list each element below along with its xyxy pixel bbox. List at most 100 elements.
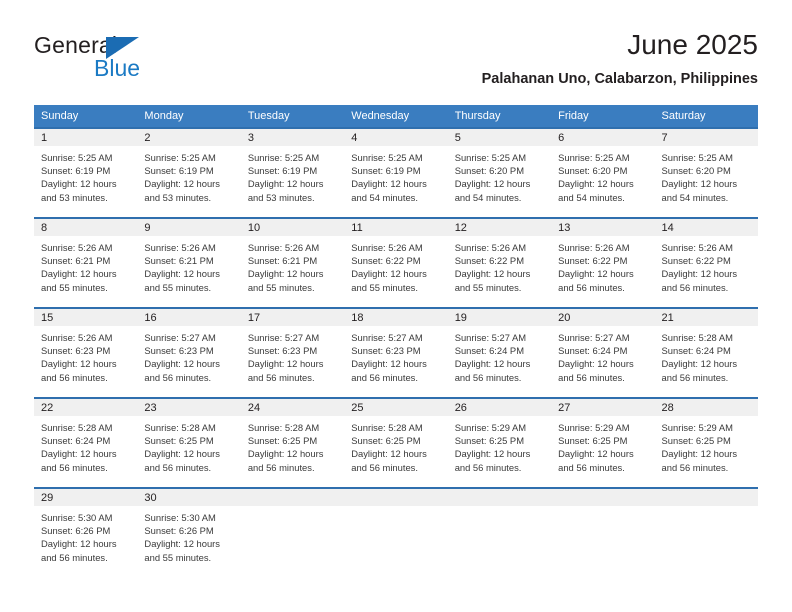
day-sun-info: Sunrise: 5:26 AM Sunset: 6:21 PM Daylight:… [34, 236, 137, 294]
calendar-day-cell[interactable]: 22 Sunrise: 5:28 AM Sunset: 6:24 PM Dayligh… [34, 397, 138, 488]
day-sun-info: Sunrise: 5:26 AM Sunset: 6:22 PM Daylight:… [344, 236, 447, 294]
calendar-day-cell[interactable]: 21 Sunrise: 5:28 AM Sunset: 6:24 PM Dayligh… [654, 307, 758, 398]
day-number: 10 [240, 219, 345, 236]
day-number: 28 [654, 399, 758, 416]
sunrise-text: Sunrise: 5:26 AM [41, 242, 113, 253]
calendar-day-cell[interactable]: 19 Sunrise: 5:27 AM Sunset: 6:24 PM Dayligh… [447, 307, 552, 398]
general-blue-logo: General Blue [34, 32, 234, 88]
calendar-day-cell[interactable]: 30 Sunrise: 5:30 AM Sunset: 6:26 PM Dayligh… [137, 487, 241, 577]
calendar-day-cell[interactable]: 6 Sunrise: 5:25 AM Sunset: 6:20 PM Daylight… [551, 127, 655, 218]
day-sun-info: Sunrise: 5:27 AM Sunset: 6:23 PM Daylight:… [344, 326, 447, 384]
calendar-day-cell[interactable]: 23 Sunrise: 5:28 AM Sunset: 6:25 PM Dayligh… [137, 397, 241, 488]
calendar-day-cell[interactable]: 7 Sunrise: 5:25 AM Sunset: 6:20 PM Daylight… [654, 127, 758, 218]
calendar-day-cell-empty [654, 487, 758, 577]
calendar-day-cell[interactable]: 8 Sunrise: 5:26 AM Sunset: 6:21 PM Daylight… [34, 217, 138, 308]
day-cell-content: 13 Sunrise: 5:26 AM Sunset: 6:22 PM Dayligh… [551, 219, 655, 307]
sunrise-text: Sunrise: 5:26 AM [247, 242, 320, 253]
sunrise-text: Sunrise: 5:27 AM [351, 332, 423, 343]
day-sun-info: Sunrise: 5:30 AM Sunset: 6:26 PM Daylight:… [34, 506, 137, 564]
day-cell-content: 30 Sunrise: 5:30 AM Sunset: 6:26 PM Dayligh… [137, 489, 241, 577]
calendar-day-cell[interactable]: 27 Sunrise: 5:29 AM Sunset: 6:25 PM Dayligh… [551, 397, 655, 488]
day-cell-content: 20 Sunrise: 5:27 AM Sunset: 6:24 PM Dayligh… [551, 309, 655, 397]
day-cell-content: 17 Sunrise: 5:27 AM Sunset: 6:23 PM Dayligh… [240, 309, 345, 397]
day-number [654, 489, 758, 506]
day-sun-info: Sunrise: 5:25 AM Sunset: 6:20 PM Daylight:… [448, 146, 551, 204]
calendar-day-cell[interactable]: 14 Sunrise: 5:26 AM Sunset: 6:22 PM Dayligh… [654, 217, 758, 308]
day-sun-info: Sunrise: 5:27 AM Sunset: 6:23 PM Daylight:… [137, 326, 240, 384]
calendar-day-cell[interactable]: 17 Sunrise: 5:27 AM Sunset: 6:23 PM Dayligh… [240, 307, 345, 398]
day-sun-info: Sunrise: 5:27 AM Sunset: 6:23 PM Daylight:… [241, 326, 344, 384]
weekday-header-tuesday: Tuesday [240, 105, 345, 128]
daylight-text: Daylight: 12 hours and 55 minutes. [454, 268, 531, 293]
weekday-header-saturday: Saturday [654, 105, 758, 128]
calendar-day-cell[interactable]: 26 Sunrise: 5:29 AM Sunset: 6:25 PM Dayligh… [447, 397, 552, 488]
calendar-body: 1 Sunrise: 5:25 AM Sunset: 6:19 PM Daylight… [34, 127, 758, 577]
sunset-text: Sunset: 6:20 PM [661, 165, 731, 177]
day-cell-content: 11 Sunrise: 5:26 AM Sunset: 6:22 PM Dayligh… [344, 219, 448, 307]
day-number: 19 [447, 309, 552, 326]
calendar-day-cell[interactable]: 11 Sunrise: 5:26 AM Sunset: 6:22 PM Dayligh… [344, 217, 448, 308]
daylight-text: Daylight: 12 hours and 56 minutes. [41, 538, 117, 563]
day-sun-info: Sunrise: 5:25 AM Sunset: 6:19 PM Daylight:… [241, 146, 344, 204]
sunrise-text: Sunrise: 5:29 AM [558, 422, 630, 433]
calendar-day-cell[interactable]: 1 Sunrise: 5:25 AM Sunset: 6:19 PM Daylight… [34, 127, 138, 218]
day-sun-info: Sunrise: 5:26 AM Sunset: 6:21 PM Daylight:… [137, 236, 240, 294]
sunset-text: Sunset: 6:24 PM [661, 345, 731, 357]
daylight-text: Daylight: 12 hours and 56 minutes. [661, 448, 738, 473]
calendar-day-cell[interactable]: 29 Sunrise: 5:30 AM Sunset: 6:26 PM Dayligh… [34, 487, 138, 577]
calendar-day-cell[interactable]: 13 Sunrise: 5:26 AM Sunset: 6:22 PM Dayligh… [551, 217, 655, 308]
day-number [551, 489, 655, 506]
sunrise-text: Sunrise: 5:29 AM [454, 422, 527, 433]
day-cell-content: 12 Sunrise: 5:26 AM Sunset: 6:22 PM Dayligh… [447, 219, 552, 307]
sunset-text: Sunset: 6:19 PM [41, 165, 111, 177]
calendar-day-cell[interactable]: 28 Sunrise: 5:29 AM Sunset: 6:25 PM Dayligh… [654, 397, 758, 488]
day-number: 8 [34, 219, 138, 236]
page-header: General Blue June 2025 Palahanan Uno, Ca… [34, 28, 758, 98]
daylight-text: Daylight: 12 hours and 56 minutes. [454, 448, 531, 473]
sunset-text: Sunset: 6:23 PM [351, 345, 421, 357]
calendar-week-row: 1 Sunrise: 5:25 AM Sunset: 6:19 PM Daylight… [34, 127, 758, 218]
sunrise-text: Sunrise: 5:26 AM [41, 332, 113, 343]
day-sun-info: Sunrise: 5:25 AM Sunset: 6:19 PM Daylight:… [34, 146, 137, 204]
sunrise-text: Sunrise: 5:25 AM [247, 152, 320, 163]
sunset-text: Sunset: 6:20 PM [558, 165, 628, 177]
calendar-day-cell[interactable]: 24 Sunrise: 5:28 AM Sunset: 6:25 PM Dayligh… [240, 397, 345, 488]
daylight-text: Daylight: 12 hours and 53 minutes. [247, 178, 324, 203]
calendar-day-cell[interactable]: 20 Sunrise: 5:27 AM Sunset: 6:24 PM Dayligh… [551, 307, 655, 398]
day-number: 1 [34, 129, 138, 146]
calendar-day-cell[interactable]: 16 Sunrise: 5:27 AM Sunset: 6:23 PM Dayligh… [137, 307, 241, 398]
day-cell-content [240, 489, 345, 577]
daylight-text: Daylight: 12 hours and 55 minutes. [41, 268, 117, 293]
calendar-week-row: 22 Sunrise: 5:28 AM Sunset: 6:24 PM Dayligh… [34, 397, 758, 488]
calendar-day-cell[interactable]: 3 Sunrise: 5:25 AM Sunset: 6:19 PM Daylight… [240, 127, 345, 218]
day-number: 7 [654, 129, 758, 146]
calendar-day-cell[interactable]: 5 Sunrise: 5:25 AM Sunset: 6:20 PM Daylight… [447, 127, 552, 218]
day-sun-info: Sunrise: 5:30 AM Sunset: 6:26 PM Daylight:… [137, 506, 240, 564]
day-cell-content: 29 Sunrise: 5:30 AM Sunset: 6:26 PM Dayligh… [34, 489, 138, 577]
calendar-day-cell[interactable]: 25 Sunrise: 5:28 AM Sunset: 6:25 PM Dayligh… [344, 397, 448, 488]
calendar-day-cell[interactable]: 2 Sunrise: 5:25 AM Sunset: 6:19 PM Daylight… [137, 127, 241, 218]
day-cell-content: 14 Sunrise: 5:26 AM Sunset: 6:22 PM Dayligh… [654, 219, 758, 307]
daylight-text: Daylight: 12 hours and 56 minutes. [454, 358, 531, 383]
day-number: 27 [551, 399, 655, 416]
sunset-text: Sunset: 6:25 PM [247, 435, 318, 447]
calendar-day-cell[interactable]: 10 Sunrise: 5:26 AM Sunset: 6:21 PM Dayligh… [240, 217, 345, 308]
calendar-day-cell[interactable]: 12 Sunrise: 5:26 AM Sunset: 6:22 PM Dayligh… [447, 217, 552, 308]
sunset-text: Sunset: 6:25 PM [454, 435, 524, 447]
calendar-day-cell[interactable]: 9 Sunrise: 5:26 AM Sunset: 6:21 PM Daylight… [137, 217, 241, 308]
day-number: 6 [551, 129, 655, 146]
day-number: 21 [654, 309, 758, 326]
day-cell-content: 21 Sunrise: 5:28 AM Sunset: 6:24 PM Dayligh… [654, 309, 758, 397]
day-sun-info: Sunrise: 5:29 AM Sunset: 6:25 PM Daylight:… [448, 416, 551, 474]
day-number: 17 [240, 309, 345, 326]
day-sun-info: Sunrise: 5:28 AM Sunset: 6:24 PM Daylight:… [655, 326, 758, 384]
sunset-text: Sunset: 6:26 PM [41, 525, 111, 537]
sunset-text: Sunset: 6:19 PM [144, 165, 214, 177]
calendar-day-cell[interactable]: 18 Sunrise: 5:27 AM Sunset: 6:23 PM Dayligh… [344, 307, 448, 398]
calendar-day-cell[interactable]: 4 Sunrise: 5:25 AM Sunset: 6:19 PM Daylight… [344, 127, 448, 218]
day-cell-content: 19 Sunrise: 5:27 AM Sunset: 6:24 PM Dayligh… [447, 309, 552, 397]
day-sun-info: Sunrise: 5:27 AM Sunset: 6:24 PM Daylight:… [448, 326, 551, 384]
sunrise-text: Sunrise: 5:29 AM [661, 422, 733, 433]
sunset-text: Sunset: 6:23 PM [247, 345, 318, 357]
calendar-day-cell[interactable]: 15 Sunrise: 5:26 AM Sunset: 6:23 PM Dayligh… [34, 307, 138, 398]
